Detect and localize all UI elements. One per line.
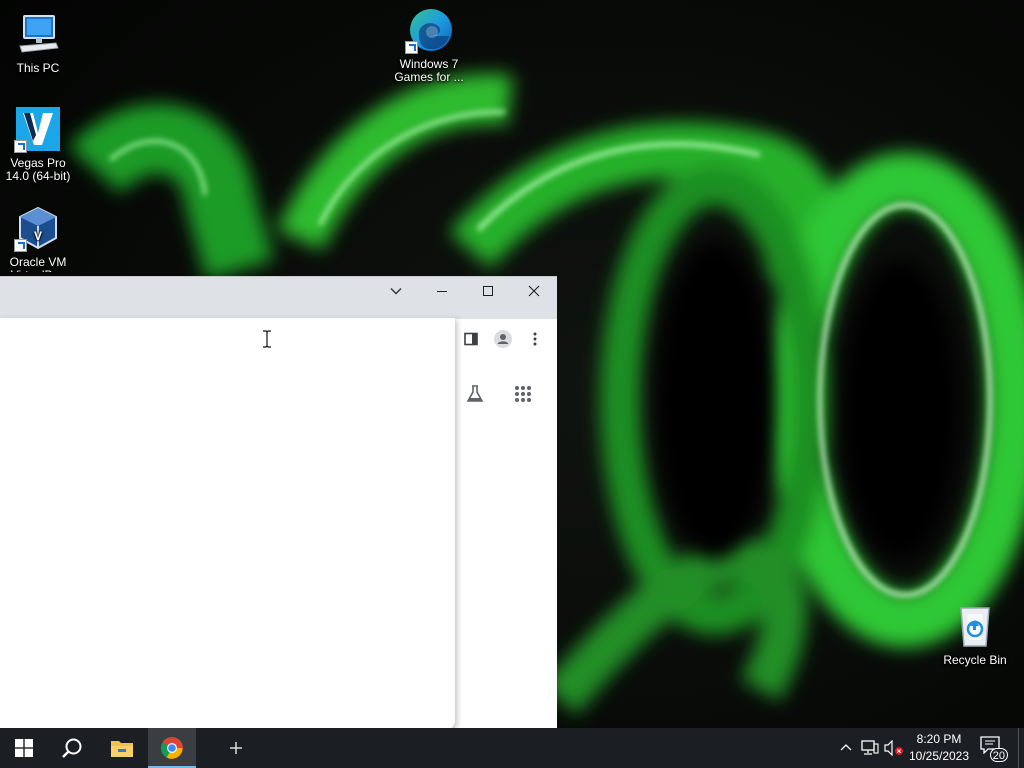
labs-button[interactable] <box>463 382 487 406</box>
google-apps-button[interactable] <box>511 382 535 406</box>
chrome-taskbar-button[interactable] <box>148 728 196 768</box>
clock-date: 10/25/2023 <box>908 749 970 763</box>
clock-time: 8:20 PM <box>916 732 962 746</box>
notification-count-badge: 20 <box>989 748 1008 762</box>
desktop-icon-label: Oracle VM VirtualBox <box>9 255 67 273</box>
chrome-icon <box>161 737 183 759</box>
search-button[interactable] <box>48 728 96 768</box>
desktop-icon-label: Windows 7 Games for ... <box>394 57 464 84</box>
close-button[interactable] <box>511 277 557 305</box>
search-icon <box>62 738 82 758</box>
chrome-window[interactable] <box>0 276 557 728</box>
svg-text:V: V <box>34 229 42 243</box>
show-hidden-icons-button[interactable] <box>836 738 856 758</box>
action-center-button[interactable]: 20 <box>980 736 1008 762</box>
add-icon <box>230 742 242 754</box>
file-explorer-button[interactable] <box>98 728 146 768</box>
start-button[interactable] <box>0 728 48 768</box>
network-button[interactable] <box>860 738 880 758</box>
maximize-button[interactable] <box>465 277 511 305</box>
volume-muted-icon <box>884 740 903 756</box>
volume-button[interactable] <box>884 738 904 758</box>
vegas-pro-icon <box>14 105 62 153</box>
labs-flask-icon <box>466 385 484 402</box>
taskbar-pinned-item[interactable] <box>212 728 260 768</box>
minimize-button[interactable] <box>419 277 465 305</box>
omnibox-dropdown[interactable] <box>0 318 455 728</box>
file-explorer-icon <box>111 741 133 757</box>
minimize-icon <box>437 291 447 292</box>
virtualbox-icon: V <box>14 204 62 252</box>
shortcut-arrow-icon <box>14 140 27 153</box>
maximize-icon <box>483 286 493 296</box>
side-panel-icon <box>464 332 478 346</box>
desktop-icon-virtualbox[interactable]: V Oracle VM VirtualBox <box>0 204 76 272</box>
profile-icon <box>494 330 512 348</box>
tab-search-button[interactable] <box>373 277 419 305</box>
more-menu-icon <box>533 332 537 346</box>
desktop-icon-windows7-games[interactable]: Windows 7 Games for ... <box>391 6 467 84</box>
desktop-icon-label: Recycle Bin <box>943 653 1007 667</box>
more-menu-button[interactable] <box>523 327 547 351</box>
side-panel-button[interactable] <box>459 327 483 351</box>
desktop-icon-label: Vegas Pro 14.0 (64-bit) <box>5 156 71 183</box>
desktop-icon-vegas-pro[interactable]: Vegas Pro 14.0 (64-bit) <box>0 105 76 183</box>
chevron-down-icon <box>390 288 402 295</box>
profile-button[interactable] <box>491 327 515 351</box>
desktop-icon-recycle-bin[interactable]: Recycle Bin <box>937 602 1013 667</box>
windows-start-icon <box>15 739 33 757</box>
desktop-icon-this-pc[interactable]: This PC <box>0 10 76 75</box>
window-titlebar[interactable] <box>0 277 557 319</box>
computer-icon <box>14 10 62 58</box>
shortcut-arrow-icon <box>405 41 418 54</box>
network-icon <box>861 740 879 755</box>
taskbar: 8:20 PM 10/25/2023 20 <box>0 728 1024 768</box>
desktop-icon-label: This PC <box>16 61 60 75</box>
taskbar-clock[interactable]: 8:20 PM 10/25/2023 <box>904 731 974 765</box>
apps-grid-icon <box>515 386 531 402</box>
close-icon <box>528 285 540 297</box>
edge-icon <box>405 6 453 54</box>
show-desktop-button[interactable] <box>1018 728 1024 768</box>
shortcut-arrow-icon <box>14 239 27 252</box>
chevron-up-icon <box>840 744 852 751</box>
recycle-bin-icon <box>951 602 999 650</box>
